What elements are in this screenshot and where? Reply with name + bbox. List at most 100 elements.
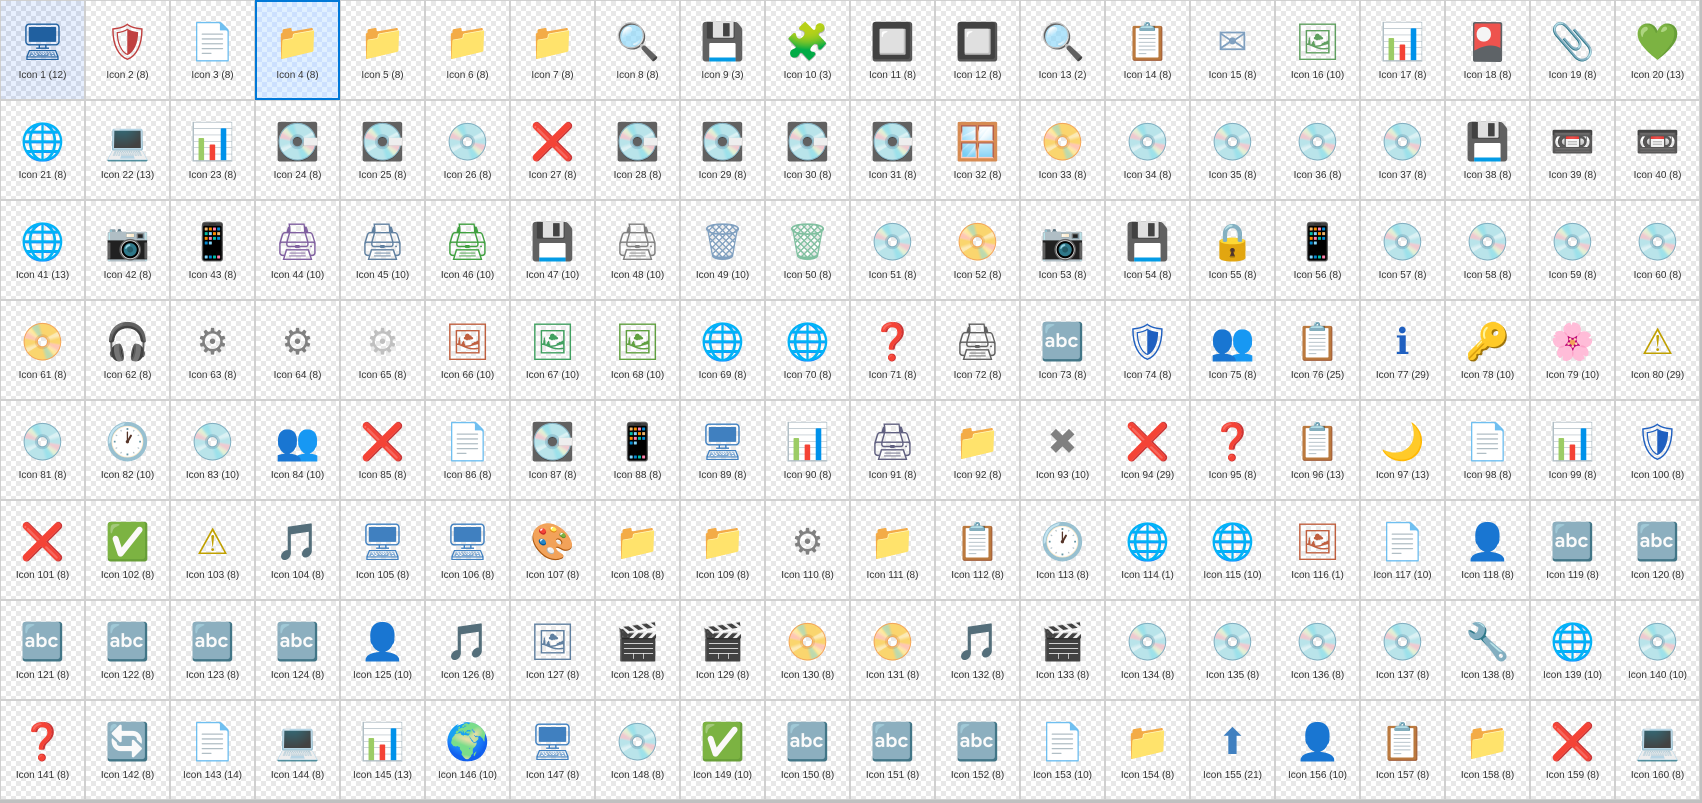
icon-cell-73[interactable]: 🔤Icon 73 (8) xyxy=(1020,300,1105,400)
icon-cell-130[interactable]: 📀Icon 130 (8) xyxy=(765,600,850,700)
icon-cell-87[interactable]: 💽Icon 87 (8) xyxy=(510,400,595,500)
icon-cell-121[interactable]: 🔤Icon 121 (8) xyxy=(0,600,85,700)
icon-cell-94[interactable]: ❌Icon 94 (29) xyxy=(1105,400,1190,500)
icon-cell-19[interactable]: 📎Icon 19 (8) xyxy=(1530,0,1615,100)
icon-cell-61[interactable]: 📀Icon 61 (8) xyxy=(0,300,85,400)
icon-cell-26[interactable]: 💿Icon 26 (8) xyxy=(425,100,510,200)
icon-cell-67[interactable]: 🖼Icon 67 (10) xyxy=(510,300,595,400)
icon-cell-110[interactable]: ⚙Icon 110 (8) xyxy=(765,500,850,600)
icon-cell-6[interactable]: 📁Icon 6 (8) xyxy=(425,0,510,100)
icon-cell-33[interactable]: 📀Icon 33 (8) xyxy=(1020,100,1105,200)
icon-cell-25[interactable]: 💽Icon 25 (8) xyxy=(340,100,425,200)
icon-cell-76[interactable]: 📋Icon 76 (25) xyxy=(1275,300,1360,400)
icon-cell-114[interactable]: 🌐Icon 114 (1) xyxy=(1105,500,1190,600)
icon-cell-28[interactable]: 💽Icon 28 (8) xyxy=(595,100,680,200)
icon-cell-8[interactable]: 🔍Icon 8 (8) xyxy=(595,0,680,100)
icon-cell-107[interactable]: 🎨Icon 107 (8) xyxy=(510,500,595,600)
icon-cell-11[interactable]: 🔲Icon 11 (8) xyxy=(850,0,935,100)
icon-cell-47[interactable]: 💾Icon 47 (10) xyxy=(510,200,595,300)
icon-cell-58[interactable]: 💿Icon 58 (8) xyxy=(1445,200,1530,300)
icon-cell-80[interactable]: ⚠Icon 80 (29) xyxy=(1615,300,1700,400)
icon-cell-2[interactable]: 🛡Icon 2 (8) xyxy=(85,0,170,100)
icon-cell-98[interactable]: 📄Icon 98 (8) xyxy=(1445,400,1530,500)
icon-cell-135[interactable]: 💿Icon 135 (8) xyxy=(1190,600,1275,700)
icon-cell-20[interactable]: 💚Icon 20 (13) xyxy=(1615,0,1700,100)
icon-cell-97[interactable]: 🌙Icon 97 (13) xyxy=(1360,400,1445,500)
icon-cell-99[interactable]: 📊Icon 99 (8) xyxy=(1530,400,1615,500)
icon-cell-21[interactable]: 🌐Icon 21 (8) xyxy=(0,100,85,200)
icon-cell-52[interactable]: 📀Icon 52 (8) xyxy=(935,200,1020,300)
icon-cell-34[interactable]: 💿Icon 34 (8) xyxy=(1105,100,1190,200)
icon-cell-65[interactable]: ⚙Icon 65 (8) xyxy=(340,300,425,400)
icon-cell-71[interactable]: ❓Icon 71 (8) xyxy=(850,300,935,400)
icon-cell-137[interactable]: 💿Icon 137 (8) xyxy=(1360,600,1445,700)
icon-cell-153[interactable]: 📄Icon 153 (10) xyxy=(1020,700,1105,800)
icon-cell-7[interactable]: 📁Icon 7 (8) xyxy=(510,0,595,100)
icon-cell-54[interactable]: 💾Icon 54 (8) xyxy=(1105,200,1190,300)
icon-cell-156[interactable]: 👤Icon 156 (10) xyxy=(1275,700,1360,800)
icon-cell-38[interactable]: 💾Icon 38 (8) xyxy=(1445,100,1530,200)
icon-cell-154[interactable]: 📁Icon 154 (8) xyxy=(1105,700,1190,800)
icon-cell-82[interactable]: 🕐Icon 82 (10) xyxy=(85,400,170,500)
icon-cell-122[interactable]: 🔤Icon 122 (8) xyxy=(85,600,170,700)
icon-cell-146[interactable]: 🌍Icon 146 (10) xyxy=(425,700,510,800)
icon-cell-70[interactable]: 🌐Icon 70 (8) xyxy=(765,300,850,400)
icon-cell-152[interactable]: 🔤Icon 152 (8) xyxy=(935,700,1020,800)
icon-cell-37[interactable]: 💿Icon 37 (8) xyxy=(1360,100,1445,200)
icon-cell-139[interactable]: 🌐Icon 139 (10) xyxy=(1530,600,1615,700)
icon-cell-104[interactable]: 🎵Icon 104 (8) xyxy=(255,500,340,600)
icon-cell-88[interactable]: 📱Icon 88 (8) xyxy=(595,400,680,500)
icon-cell-115[interactable]: 🌐Icon 115 (10) xyxy=(1190,500,1275,600)
icon-cell-95[interactable]: ❓Icon 95 (8) xyxy=(1190,400,1275,500)
icon-cell-129[interactable]: 🎬Icon 129 (8) xyxy=(680,600,765,700)
icon-cell-49[interactable]: 🗑Icon 49 (10) xyxy=(680,200,765,300)
icon-cell-118[interactable]: 👤Icon 118 (8) xyxy=(1445,500,1530,600)
icon-cell-63[interactable]: ⚙Icon 63 (8) xyxy=(170,300,255,400)
icon-cell-27[interactable]: ❌Icon 27 (8) xyxy=(510,100,595,200)
icon-cell-126[interactable]: 🎵Icon 126 (8) xyxy=(425,600,510,700)
icon-cell-64[interactable]: ⚙Icon 64 (8) xyxy=(255,300,340,400)
icon-cell-68[interactable]: 🖼Icon 68 (10) xyxy=(595,300,680,400)
icon-cell-100[interactable]: 🛡Icon 100 (8) xyxy=(1615,400,1700,500)
icon-cell-78[interactable]: 🔑Icon 78 (10) xyxy=(1445,300,1530,400)
icon-cell-79[interactable]: 🌸Icon 79 (10) xyxy=(1530,300,1615,400)
icon-cell-15[interactable]: ✉Icon 15 (8) xyxy=(1190,0,1275,100)
icon-cell-113[interactable]: 🕐Icon 113 (8) xyxy=(1020,500,1105,600)
icon-cell-23[interactable]: 📊Icon 23 (8) xyxy=(170,100,255,200)
icon-cell-159[interactable]: ❌Icon 159 (8) xyxy=(1530,700,1615,800)
icon-cell-45[interactable]: 🖨Icon 45 (10) xyxy=(340,200,425,300)
icon-cell-51[interactable]: 💿Icon 51 (8) xyxy=(850,200,935,300)
icon-cell-150[interactable]: 🔤Icon 150 (8) xyxy=(765,700,850,800)
icon-cell-29[interactable]: 💽Icon 29 (8) xyxy=(680,100,765,200)
icon-cell-9[interactable]: 💾Icon 9 (3) xyxy=(680,0,765,100)
icon-cell-133[interactable]: 🎬Icon 133 (8) xyxy=(1020,600,1105,700)
icon-cell-131[interactable]: 📀Icon 131 (8) xyxy=(850,600,935,700)
icon-cell-44[interactable]: 🖨Icon 44 (10) xyxy=(255,200,340,300)
icon-cell-18[interactable]: 🎴Icon 18 (8) xyxy=(1445,0,1530,100)
icon-cell-1[interactable]: 🖥Icon 1 (12) xyxy=(0,0,85,100)
icon-cell-101[interactable]: ❌Icon 101 (8) xyxy=(0,500,85,600)
icon-cell-143[interactable]: 📄Icon 143 (14) xyxy=(170,700,255,800)
icon-cell-128[interactable]: 🎬Icon 128 (8) xyxy=(595,600,680,700)
icon-cell-106[interactable]: 🖥Icon 106 (8) xyxy=(425,500,510,600)
icon-cell-141[interactable]: ❓Icon 141 (8) xyxy=(0,700,85,800)
icon-cell-83[interactable]: 💿Icon 83 (10) xyxy=(170,400,255,500)
icon-cell-69[interactable]: 🌐Icon 69 (8) xyxy=(680,300,765,400)
icon-cell-62[interactable]: 🎧Icon 62 (8) xyxy=(85,300,170,400)
icon-cell-22[interactable]: 💻Icon 22 (13) xyxy=(85,100,170,200)
icon-cell-127[interactable]: 🖼Icon 127 (8) xyxy=(510,600,595,700)
icon-cell-57[interactable]: 💿Icon 57 (8) xyxy=(1360,200,1445,300)
icon-cell-117[interactable]: 📄Icon 117 (10) xyxy=(1360,500,1445,600)
icon-cell-5[interactable]: 📁Icon 5 (8) xyxy=(340,0,425,100)
icon-cell-145[interactable]: 📊Icon 145 (13) xyxy=(340,700,425,800)
icon-cell-56[interactable]: 📱Icon 56 (8) xyxy=(1275,200,1360,300)
icon-cell-124[interactable]: 🔤Icon 124 (8) xyxy=(255,600,340,700)
icon-cell-120[interactable]: 🔤Icon 120 (8) xyxy=(1615,500,1700,600)
icon-cell-85[interactable]: ❌Icon 85 (8) xyxy=(340,400,425,500)
icon-cell-103[interactable]: ⚠Icon 103 (8) xyxy=(170,500,255,600)
icon-cell-149[interactable]: ✅Icon 149 (10) xyxy=(680,700,765,800)
icon-cell-59[interactable]: 💿Icon 59 (8) xyxy=(1530,200,1615,300)
icon-cell-93[interactable]: ✖Icon 93 (10) xyxy=(1020,400,1105,500)
icon-cell-142[interactable]: 🔄Icon 142 (8) xyxy=(85,700,170,800)
icon-cell-108[interactable]: 📁Icon 108 (8) xyxy=(595,500,680,600)
